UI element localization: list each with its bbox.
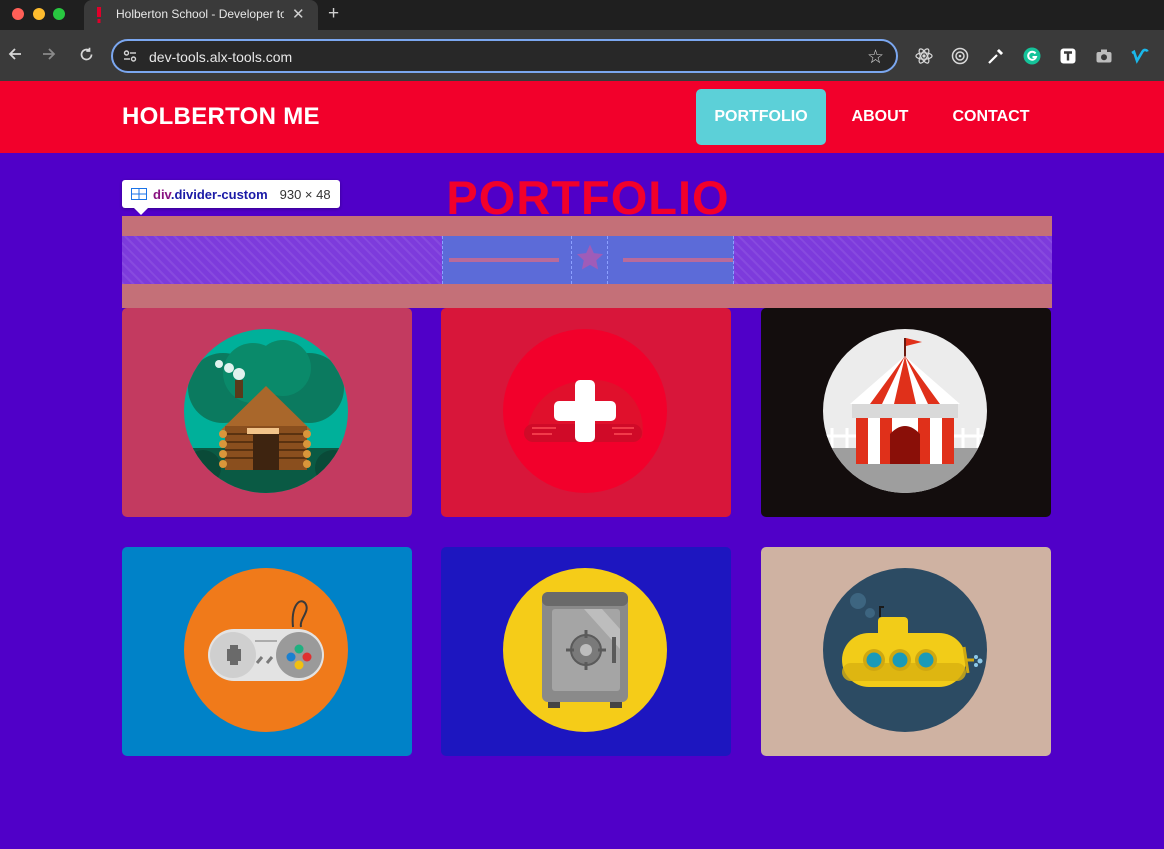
divider-line-right bbox=[623, 258, 733, 262]
tooltip-size: 930 × 48 bbox=[279, 186, 331, 202]
divider-line-left bbox=[449, 258, 559, 262]
vimeo-icon[interactable] bbox=[1131, 47, 1149, 65]
divider-margin-overlay bbox=[122, 216, 1052, 308]
nav-link-about[interactable]: ABOUT bbox=[836, 89, 924, 145]
browser-toolbar: dev-tools.alx-tools.com ☆ bbox=[0, 30, 1164, 81]
camera-icon[interactable] bbox=[1095, 47, 1113, 65]
reload-icon[interactable] bbox=[79, 47, 94, 62]
game-controller-icon bbox=[184, 568, 348, 732]
new-tab-button[interactable]: + bbox=[328, 3, 339, 25]
holberton-favicon-icon bbox=[97, 7, 101, 23]
maximize-window-button[interactable] bbox=[53, 8, 65, 20]
forward-arrow-icon[interactable] bbox=[42, 47, 56, 61]
react-icon[interactable] bbox=[915, 47, 933, 65]
grid-layout-icon bbox=[131, 188, 147, 200]
portfolio-item-game[interactable] bbox=[122, 547, 412, 756]
cake-icon bbox=[503, 329, 667, 493]
nav-link-contact[interactable]: CONTACT bbox=[938, 89, 1044, 145]
divider-content bbox=[442, 236, 734, 284]
cabin-icon bbox=[184, 329, 348, 493]
site-settings-icon[interactable] bbox=[123, 49, 137, 63]
portfolio-item-cake[interactable] bbox=[441, 308, 731, 517]
browser-tab-bar: Holberton School - Developer tools ✕ + bbox=[0, 0, 1164, 30]
eyedropper-icon[interactable] bbox=[987, 47, 1005, 65]
portfolio-item-circus[interactable] bbox=[761, 308, 1051, 517]
portfolio-item-submarine[interactable] bbox=[761, 547, 1051, 756]
tooltip-class: .divider-custom bbox=[170, 186, 268, 202]
close-window-button[interactable] bbox=[12, 8, 24, 20]
devtools-inspect-tooltip: div.divider-custom 930 × 48 bbox=[122, 180, 340, 215]
target-icon[interactable] bbox=[951, 47, 969, 65]
portfolio-item-cabin[interactable] bbox=[122, 308, 412, 517]
site-brand[interactable]: HOLBERTON ME bbox=[122, 103, 320, 131]
url-text: dev-tools.alx-tools.com bbox=[149, 49, 293, 65]
back-arrow-icon[interactable] bbox=[8, 47, 22, 61]
portfolio-item-safe[interactable] bbox=[441, 547, 731, 756]
divider-custom bbox=[122, 236, 1052, 284]
star-icon bbox=[576, 244, 604, 270]
submarine-icon bbox=[823, 568, 987, 732]
tab-title: Holberton School - Developer tools bbox=[116, 7, 284, 21]
minimize-window-button[interactable] bbox=[33, 8, 45, 20]
grammarly-icon[interactable] bbox=[1023, 47, 1041, 65]
tooltip-tag: div bbox=[153, 186, 171, 202]
close-tab-icon[interactable]: ✕ bbox=[292, 5, 305, 23]
site-navbar: HOLBERTON ME PORTFOLIO ABOUT CONTACT bbox=[0, 81, 1164, 153]
safe-icon bbox=[503, 568, 667, 732]
bookmark-star-icon[interactable]: ☆ bbox=[867, 46, 884, 69]
extension-t-icon[interactable] bbox=[1059, 47, 1077, 65]
address-bar[interactable]: dev-tools.alx-tools.com ☆ bbox=[111, 39, 898, 73]
nav-link-portfolio[interactable]: PORTFOLIO bbox=[696, 89, 826, 145]
divider-icon-box bbox=[571, 236, 608, 284]
browser-tab[interactable]: Holberton School - Developer tools ✕ bbox=[84, 0, 318, 30]
circus-tent-icon bbox=[823, 329, 987, 493]
